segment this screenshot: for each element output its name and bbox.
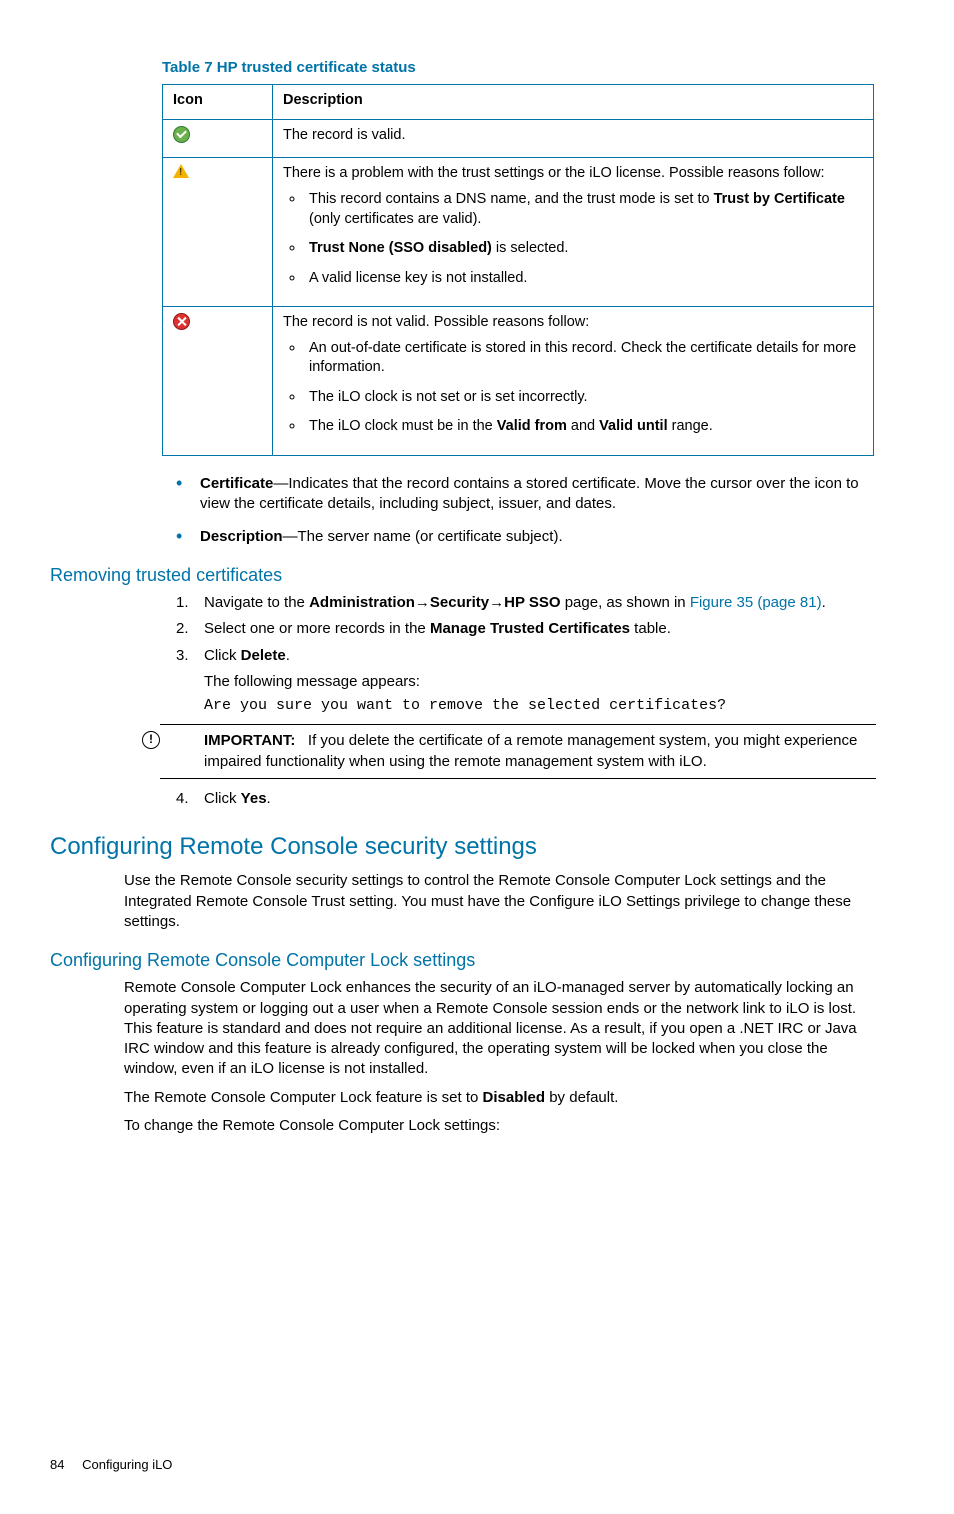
rc-lock-p3: To change the Remote Console Computer Lo… <box>124 1116 876 1136</box>
footer-section: Configuring iLO <box>82 1457 172 1472</box>
page-footer: 84 Configuring iLO <box>50 1456 876 1474</box>
th-desc: Description <box>273 85 874 120</box>
warn-item-1: This record contains a DNS name, and the… <box>305 190 863 229</box>
err-item-3: The iLO clock must be in the Valid from … <box>305 417 863 437</box>
step-4: Click Yes. <box>162 789 876 809</box>
field-bullets: Certificate—Indicates that the record co… <box>50 474 876 547</box>
rc-lock-p1: Remote Console Computer Lock enhances th… <box>124 978 876 1079</box>
removing-steps: Navigate to the Administration→Security→… <box>50 593 876 716</box>
err-intro: The record is not valid. Possible reason… <box>283 313 863 333</box>
step-2: Select one or more records in the Manage… <box>162 619 876 639</box>
row-valid-desc: The record is valid. <box>273 119 874 158</box>
checkmark-circle-icon <box>173 126 190 143</box>
th-icon: Icon <box>163 85 273 120</box>
row-warning: There is a problem with the trust settin… <box>163 158 874 307</box>
status-table: Icon Description The record is valid. Th… <box>162 84 874 456</box>
rc-lock-p2: The Remote Console Computer Lock feature… <box>124 1088 876 1108</box>
warn-item-3: A valid license key is not installed. <box>305 269 863 289</box>
rc-intro: Use the Remote Console security settings… <box>124 871 876 932</box>
removing-steps-cont: Click Yes. <box>50 789 876 809</box>
row-error: The record is not valid. Possible reason… <box>163 307 874 456</box>
important-text: If you delete the certificate of a remot… <box>204 732 857 769</box>
row-valid: The record is valid. <box>163 119 874 158</box>
important-note: ! IMPORTANT: If you delete the certifica… <box>160 724 876 779</box>
step-3: Click Delete. The following message appe… <box>162 646 876 717</box>
confirm-message: Are you sure you want to remove the sele… <box>204 696 876 716</box>
heading-rc-lock: Configuring Remote Console Computer Lock… <box>50 948 876 972</box>
warn-item-2: Trust None (SSO disabled) is selected. <box>305 239 863 259</box>
bullet-certificate: Certificate—Indicates that the record co… <box>162 474 876 515</box>
warn-intro: There is a problem with the trust settin… <box>283 164 863 184</box>
step-3-msg-intro: The following message appears: <box>204 672 876 692</box>
bullet-description: Description—The server name (or certific… <box>162 527 876 547</box>
warning-triangle-icon <box>173 164 189 178</box>
important-label: IMPORTANT: <box>204 732 295 749</box>
heading-rc-security: Configuring Remote Console security sett… <box>50 831 876 863</box>
err-item-2: The iLO clock is not set or is set incor… <box>305 388 863 408</box>
step-1: Navigate to the Administration→Security→… <box>162 593 876 613</box>
heading-removing-certs: Removing trusted certificates <box>50 563 876 587</box>
xref-figure-35[interactable]: Figure 35 (page 81) <box>690 594 822 611</box>
important-icon: ! <box>142 731 160 749</box>
table-caption: Table 7 HP trusted certificate status <box>162 58 876 78</box>
page-number: 84 <box>50 1456 64 1474</box>
err-item-1: An out-of-date certificate is stored in … <box>305 339 863 378</box>
error-circle-icon <box>173 313 190 330</box>
